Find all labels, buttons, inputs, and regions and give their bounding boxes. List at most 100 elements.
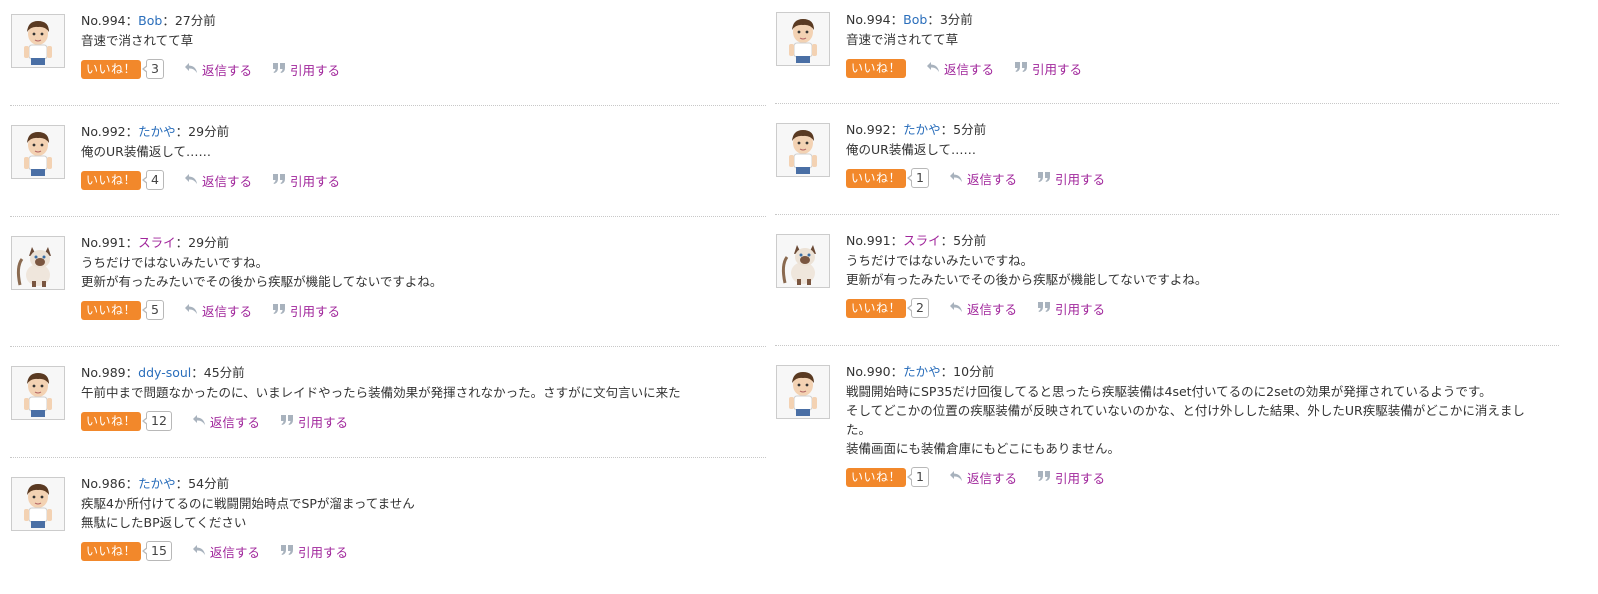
author-name[interactable]: Bob bbox=[138, 13, 162, 28]
comment-actions: いいね！ 12 返信する 引用する bbox=[81, 411, 766, 431]
comment-text: うちだけではないみたいですね。 更新が有ったみたいでその後から疾駆が機能してないで… bbox=[846, 251, 1559, 289]
comment-text: 音速で消されてて草 bbox=[81, 31, 766, 50]
reply-button[interactable]: 返信する bbox=[192, 412, 260, 431]
like-button[interactable]: いいね！ bbox=[81, 300, 142, 320]
quote-button[interactable]: 引用する bbox=[1014, 59, 1082, 78]
reply-label: 返信する bbox=[201, 303, 252, 319]
reply-label: 返信する bbox=[209, 544, 260, 560]
author-name[interactable]: たかや bbox=[138, 476, 176, 491]
reply-label: 返信する bbox=[201, 62, 252, 78]
comment-text: 俺のUR装備返して…… bbox=[81, 142, 766, 161]
avatar[interactable] bbox=[776, 12, 830, 66]
comment-meta: No.992：たかや：29分前 bbox=[81, 123, 766, 141]
post-number[interactable]: No.994 bbox=[81, 13, 126, 28]
reply-button[interactable]: 返信する bbox=[926, 59, 994, 78]
comment-line: た。 bbox=[846, 422, 872, 437]
author-name[interactable]: スライ bbox=[903, 233, 941, 248]
comment-post: No.992：たかや：29分前 俺のUR装備返して…… いいね！ 4 返信する 引用する bbox=[10, 106, 766, 217]
post-time: 10分前 bbox=[953, 364, 995, 379]
quote-label: 引用する bbox=[289, 62, 340, 78]
comment-meta: No.992：たかや：5分前 bbox=[846, 121, 1559, 139]
post-number[interactable]: No.992 bbox=[846, 122, 891, 137]
like-button[interactable]: いいね！ bbox=[846, 58, 907, 78]
reply-button[interactable]: 返信する bbox=[949, 169, 1017, 188]
like-button[interactable]: いいね！ bbox=[81, 411, 142, 431]
author-name[interactable]: Bob bbox=[903, 12, 927, 27]
post-number[interactable]: No.994 bbox=[846, 12, 891, 27]
quote-icon bbox=[272, 303, 290, 318]
quote-label: 引用する bbox=[1054, 470, 1105, 486]
left-comment-column: No.994：Bob：27分前 音速で消されてて草 いいね！ 3 返信する 引用する No.… bbox=[10, 0, 766, 588]
separator: ： bbox=[927, 12, 940, 27]
comment-meta: No.991：スライ：5分前 bbox=[846, 232, 1559, 250]
avatar[interactable] bbox=[776, 365, 830, 419]
quote-label: 引用する bbox=[289, 173, 340, 189]
comment-body: No.986：たかや：54分前 疾駆4か所付けてるのに戦闘開始時点でSPが溜まって… bbox=[81, 475, 766, 561]
like-button[interactable]: いいね！ bbox=[846, 298, 907, 318]
post-time: 3分前 bbox=[939, 12, 973, 27]
like-button[interactable]: いいね！ bbox=[81, 541, 142, 561]
reply-button[interactable]: 返信する bbox=[184, 60, 252, 79]
quote-button[interactable]: 引用する bbox=[280, 542, 348, 561]
like-count: 4 bbox=[142, 170, 164, 190]
quote-button[interactable]: 引用する bbox=[1037, 468, 1105, 487]
reply-button[interactable]: 返信する bbox=[192, 542, 260, 561]
like-count: 12 bbox=[142, 411, 172, 431]
like-button[interactable]: いいね！ bbox=[846, 467, 907, 487]
reply-button[interactable]: 返信する bbox=[949, 468, 1017, 487]
comment-text: 戦闘開始時にSP35だけ回復してると思ったら疾駆装備は4set付いてるのに2se… bbox=[846, 382, 1559, 458]
comment-meta: No.994：Bob：27分前 bbox=[81, 12, 766, 30]
quote-button[interactable]: 引用する bbox=[280, 412, 348, 431]
comment-text: 俺のUR装備返して…… bbox=[846, 140, 1559, 159]
reply-label: 返信する bbox=[209, 414, 260, 430]
post-number[interactable]: No.992 bbox=[81, 124, 126, 139]
reply-icon bbox=[926, 61, 944, 76]
post-number[interactable]: No.991 bbox=[81, 235, 126, 250]
post-number[interactable]: No.989 bbox=[81, 365, 126, 380]
reply-button[interactable]: 返信する bbox=[184, 301, 252, 320]
author-name[interactable]: ddy-soul bbox=[138, 365, 191, 380]
like-button[interactable]: いいね！ bbox=[81, 59, 142, 79]
like-button[interactable]: いいね！ bbox=[81, 170, 142, 190]
avatar[interactable] bbox=[11, 366, 65, 420]
quote-icon bbox=[280, 544, 298, 559]
separator: ： bbox=[125, 13, 139, 28]
author-name[interactable]: スライ bbox=[138, 235, 176, 250]
avatar[interactable] bbox=[11, 477, 65, 531]
author-name[interactable]: たかや bbox=[903, 122, 941, 137]
comment-body: No.994：Bob：27分前 音速で消されてて草 いいね！ 3 返信する 引用する bbox=[81, 12, 766, 79]
post-number[interactable]: No.986 bbox=[81, 476, 126, 491]
reply-label: 返信する bbox=[966, 470, 1017, 486]
reply-button[interactable]: 返信する bbox=[949, 299, 1017, 318]
quote-button[interactable]: 引用する bbox=[1037, 169, 1105, 188]
comment-meta: No.990：たかや：10分前 bbox=[846, 363, 1559, 381]
quote-icon bbox=[1037, 470, 1055, 485]
comment-line: 更新が有ったみたいでその後から疾駆が機能してないですよね。 bbox=[846, 272, 1208, 287]
separator: ： bbox=[125, 235, 139, 250]
quote-button[interactable]: 引用する bbox=[272, 171, 340, 190]
quote-button[interactable]: 引用する bbox=[1037, 299, 1105, 318]
post-time: 45分前 bbox=[203, 365, 245, 380]
separator: ： bbox=[890, 122, 904, 137]
quote-button[interactable]: 引用する bbox=[272, 301, 340, 320]
like-button[interactable]: いいね！ bbox=[846, 168, 907, 188]
comment-actions: いいね！ 5 返信する 引用する bbox=[81, 300, 766, 320]
avatar[interactable] bbox=[11, 125, 65, 179]
reply-button[interactable]: 返信する bbox=[184, 171, 252, 190]
comment-line: 音速で消されてて草 bbox=[81, 33, 194, 48]
post-number[interactable]: No.991 bbox=[846, 233, 891, 248]
like-count: 1 bbox=[907, 467, 929, 487]
post-number[interactable]: No.990 bbox=[846, 364, 891, 379]
like-count: 5 bbox=[142, 300, 164, 320]
avatar[interactable] bbox=[776, 234, 830, 288]
comment-text: 音速で消されてて草 bbox=[846, 30, 1559, 49]
avatar[interactable] bbox=[11, 236, 65, 290]
avatar[interactable] bbox=[11, 14, 65, 68]
comment-line: 音速で消されてて草 bbox=[846, 32, 959, 47]
quote-button[interactable]: 引用する bbox=[272, 60, 340, 79]
avatar[interactable] bbox=[776, 123, 830, 177]
post-time: 27分前 bbox=[174, 13, 216, 28]
author-name[interactable]: たかや bbox=[903, 364, 941, 379]
author-name[interactable]: たかや bbox=[138, 124, 176, 139]
like-count: 2 bbox=[907, 298, 929, 318]
